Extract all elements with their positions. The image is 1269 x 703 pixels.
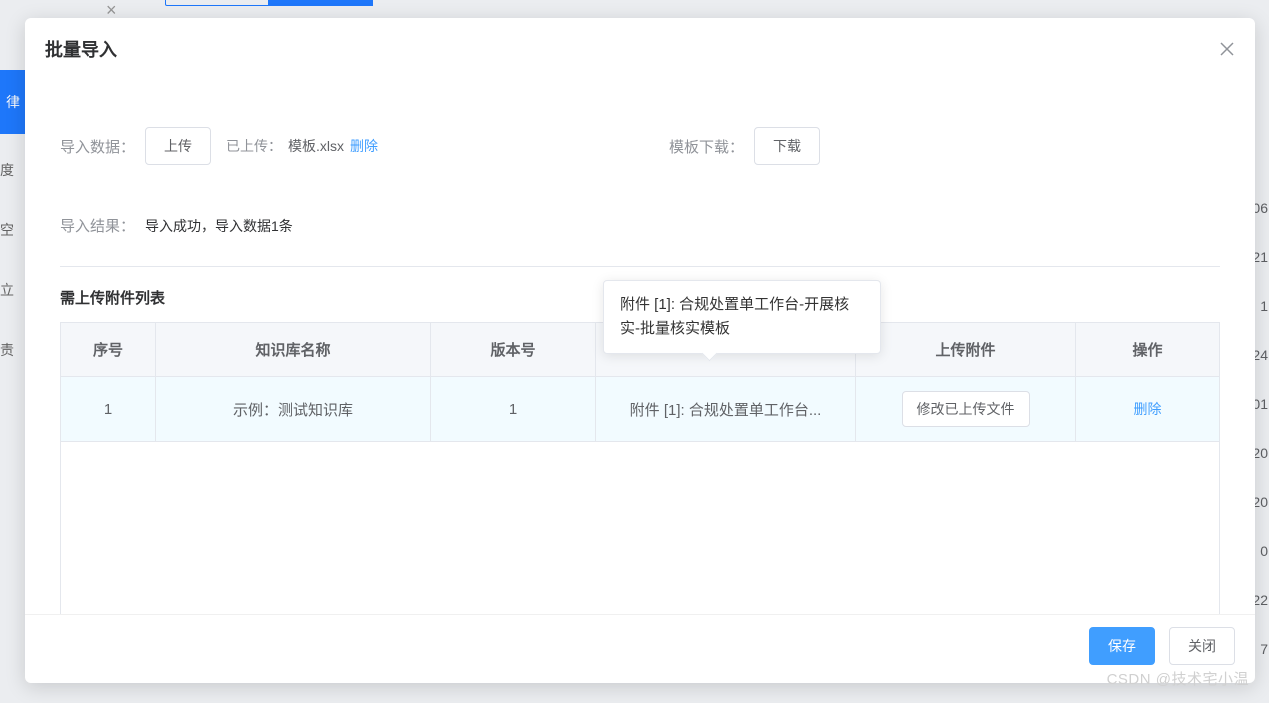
cell-name: 示例：测试知识库 xyxy=(156,377,431,442)
col-header-version: 版本号 xyxy=(431,323,596,377)
col-header-index: 序号 xyxy=(61,323,156,377)
import-data-label: 导入数据： xyxy=(60,136,135,157)
col-header-op: 操作 xyxy=(1076,323,1220,377)
close-icon[interactable] xyxy=(1219,41,1235,57)
cell-upload: 修改已上传文件 xyxy=(856,377,1076,442)
watermark: CSDN @技术宅小温 xyxy=(1107,668,1249,689)
uploaded-filename: 模板.xlsx xyxy=(288,136,344,156)
row-delete-link[interactable]: 删除 xyxy=(1134,401,1162,417)
doc-tooltip: 附件 [1]: 合规处置单工作台-开展核实-批量核实模板 xyxy=(603,280,881,354)
modal-header: 批量导入 xyxy=(25,18,1255,77)
download-button[interactable]: 下载 xyxy=(754,127,820,165)
modal-title: 批量导入 xyxy=(45,36,117,62)
save-button[interactable]: 保存 xyxy=(1089,627,1155,665)
col-header-name: 知识库名称 xyxy=(156,323,431,377)
template-download-label: 模板下载： xyxy=(669,136,744,157)
table-empty-area xyxy=(60,442,1220,614)
table-row: 1 示例：测试知识库 1 附件 [1]: 合规处置单工作台... 修改已上传文件… xyxy=(61,377,1220,442)
cell-index: 1 xyxy=(61,377,156,442)
cell-op: 删除 xyxy=(1076,377,1220,442)
uploaded-delete-link[interactable]: 删除 xyxy=(350,136,378,156)
cell-version: 1 xyxy=(431,377,596,442)
upload-button[interactable]: 上传 xyxy=(145,127,211,165)
import-row: 导入数据： 上传 已上传： 模板.xlsx 删除 模板下载： 下载 xyxy=(60,127,1220,165)
modify-upload-button[interactable]: 修改已上传文件 xyxy=(902,391,1030,427)
import-result-text: 导入成功，导入数据1条 xyxy=(145,216,293,236)
divider xyxy=(60,266,1220,267)
import-result-row: 导入结果： 导入成功，导入数据1条 xyxy=(60,215,1220,236)
modal-footer: 保存 关闭 xyxy=(25,614,1255,683)
import-result-label: 导入结果： xyxy=(60,215,135,236)
cell-doc[interactable]: 附件 [1]: 合规处置单工作台... xyxy=(596,377,856,442)
uploaded-label: 已上传： xyxy=(226,136,282,156)
col-header-upload: 上传附件 xyxy=(856,323,1076,377)
close-button[interactable]: 关闭 xyxy=(1169,627,1235,665)
